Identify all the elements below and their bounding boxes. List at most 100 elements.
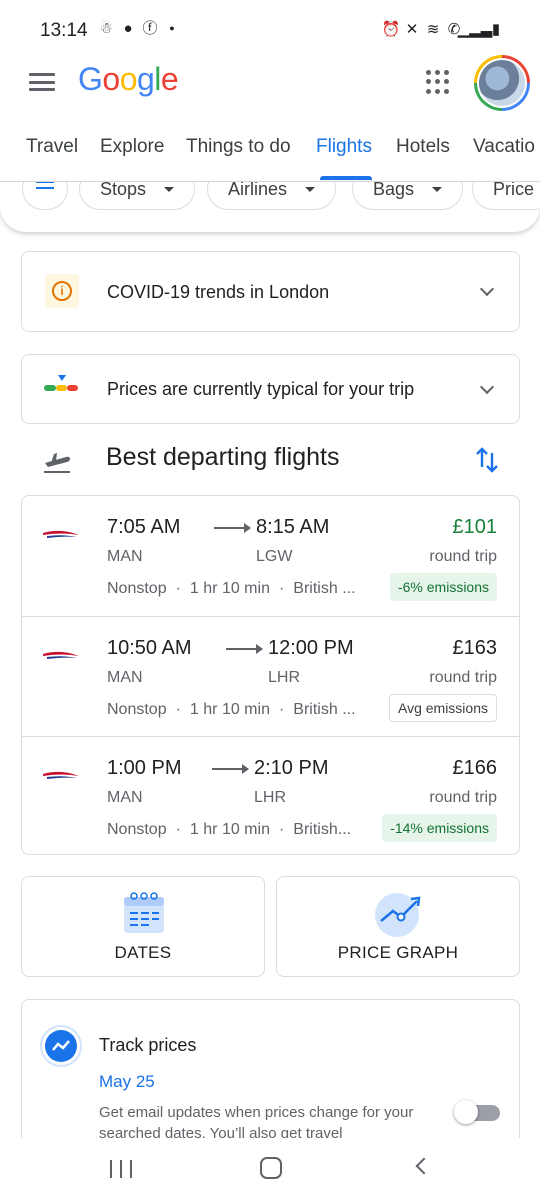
arrow-right-icon [226, 644, 263, 654]
trend-icon [52, 1040, 70, 1051]
departure-time: 1:00 PM [107, 757, 182, 779]
notification-icon: ☃ [99, 19, 113, 37]
flight-row[interactable]: 7:05 AM 8:15 AM MAN LGW £101 round trip … [22, 496, 519, 616]
all-filters-button[interactable] [22, 182, 68, 210]
chevron-down-icon [479, 379, 495, 395]
chevron-down-icon [432, 186, 443, 192]
destination-airport: LHR [254, 789, 287, 806]
price-note: round trip [429, 789, 497, 806]
dates-button[interactable]: DATES [21, 876, 265, 977]
more-notifications-icon: ● [169, 22, 175, 33]
calendar-icon [124, 892, 164, 933]
status-bar: 13:14 ☃ ● ⓕ ● ⏰ ✕ ≋ ✆ ▁▂▃ ▮ [0, 0, 540, 60]
airline-name: British ... [293, 580, 356, 597]
track-prices-icon [40, 1025, 82, 1067]
alarm-icon: ⏰ [381, 20, 401, 38]
track-prices-card: Track prices May 25 Get email updates wh… [21, 999, 520, 1149]
logo-letter: G [78, 61, 103, 97]
home-icon[interactable] [260, 1157, 282, 1179]
price-note: round trip [429, 669, 497, 686]
stops-filter-label: Stops [100, 182, 147, 199]
airlines-filter[interactable]: Airlines [207, 182, 337, 210]
departure-time: 7:05 AM [107, 516, 181, 538]
track-prices-title: Track prices [99, 1035, 197, 1055]
origin-airport: MAN [107, 789, 143, 806]
emissions-badge: -6% emissions [389, 573, 497, 601]
origin-airport: MAN [107, 548, 143, 565]
filter-bar: Stops Airlines Bags Price [0, 182, 540, 232]
tab-flights[interactable]: Flights [316, 136, 372, 158]
back-icon[interactable] [415, 1157, 433, 1175]
tab-explore[interactable]: Explore [100, 136, 164, 158]
status-right-icons: ⏰ ✕ ≋ ✆ ▁▂▃ ▮ [381, 20, 504, 38]
departure-time: 10:50 AM [107, 637, 192, 659]
chevron-down-icon [479, 281, 495, 297]
price-level-icon [44, 375, 78, 393]
duration: 1 hr 10 min [189, 580, 270, 597]
airline-logo-icon [43, 651, 79, 659]
bags-filter[interactable]: Bags [352, 182, 464, 210]
flight-row[interactable]: 10:50 AM 12:00 PM MAN LHR £163 round tri… [22, 616, 519, 736]
facebook-icon: ⓕ [142, 19, 158, 37]
covid-trends-label: COVID-19 trends in London [107, 282, 330, 302]
arrival-time: 12:00 PM [268, 637, 354, 659]
dates-label: DATES [114, 943, 172, 962]
price-insight-label: Prices are currently typical for your tr… [107, 379, 415, 399]
destination-airport: LHR [268, 669, 301, 686]
flight-price: £166 [452, 757, 498, 779]
app-notification-icon: ● [123, 19, 133, 37]
flight-price: £163 [452, 637, 498, 659]
logo-letter: e [160, 61, 179, 97]
recents-icon[interactable] [110, 1160, 132, 1178]
departure-plane-icon [44, 453, 70, 473]
duration: 1 hr 10 min [189, 821, 270, 838]
flights-list: 7:05 AM 8:15 AM MAN LGW £101 round trip … [21, 495, 520, 855]
chevron-down-icon [305, 186, 316, 192]
price-note: round trip [429, 548, 497, 565]
filter-icon [36, 182, 54, 193]
flight-meta: Nonstop · 1 hr 10 min · British... [107, 821, 352, 838]
flight-meta: Nonstop · 1 hr 10 min · British ... [107, 701, 356, 718]
covid-trends-card[interactable]: i COVID-19 trends in London [21, 251, 520, 332]
price-filter[interactable]: Price [472, 182, 540, 210]
best-flights-header: Best departing flights [0, 440, 540, 480]
info-icon: i [45, 274, 79, 308]
active-tab-indicator [320, 176, 372, 180]
stops: Nonstop [107, 701, 167, 718]
airlines-filter-label: Airlines [228, 182, 288, 199]
arrow-right-icon [212, 764, 249, 774]
stops: Nonstop [107, 821, 167, 838]
stops-filter[interactable]: Stops [79, 182, 196, 210]
price-insight-card[interactable]: Prices are currently typical for your tr… [21, 354, 520, 424]
flight-meta: Nonstop · 1 hr 10 min · British ... [107, 580, 356, 597]
avatar[interactable] [474, 55, 530, 111]
airline-logo-icon [43, 771, 79, 779]
arrival-time: 2:10 PM [254, 757, 329, 779]
tab-things-to-do[interactable]: Things to do [186, 136, 291, 158]
tab-travel[interactable]: Travel [26, 136, 78, 158]
google-logo[interactable]: Google [78, 61, 179, 98]
emissions-badge: -14% emissions [382, 814, 497, 842]
arrival-time: 8:15 AM [256, 516, 330, 538]
logo-letter: g [136, 61, 155, 97]
status-time: 13:14 [40, 20, 88, 41]
origin-airport: MAN [107, 669, 143, 686]
sort-icon[interactable] [474, 445, 500, 475]
battery-icon: ▮ [491, 20, 501, 38]
airline-name: British... [293, 821, 352, 838]
track-prices-toggle[interactable] [454, 1100, 502, 1124]
section-title: Best departing flights [106, 443, 340, 471]
apps-grid-icon[interactable] [426, 70, 450, 94]
price-graph-button[interactable]: PRICE GRAPH [276, 876, 520, 977]
track-prices-date[interactable]: May 25 [99, 1072, 155, 1092]
tab-vacations[interactable]: Vacatio [473, 136, 535, 158]
flight-row[interactable]: 1:00 PM 2:10 PM MAN LHR £166 round trip … [22, 736, 519, 856]
airline-name: British ... [293, 701, 356, 718]
mute-icon: ✕ [405, 20, 419, 38]
emissions-badge: Avg emissions [388, 694, 497, 722]
signal-icon: ▁▂▃ [457, 20, 493, 38]
tab-hotels[interactable]: Hotels [396, 136, 450, 158]
status-left-icons: ☃ ● ⓕ ● [98, 19, 180, 37]
menu-icon[interactable] [28, 69, 56, 95]
logo-letter: l [154, 61, 161, 97]
